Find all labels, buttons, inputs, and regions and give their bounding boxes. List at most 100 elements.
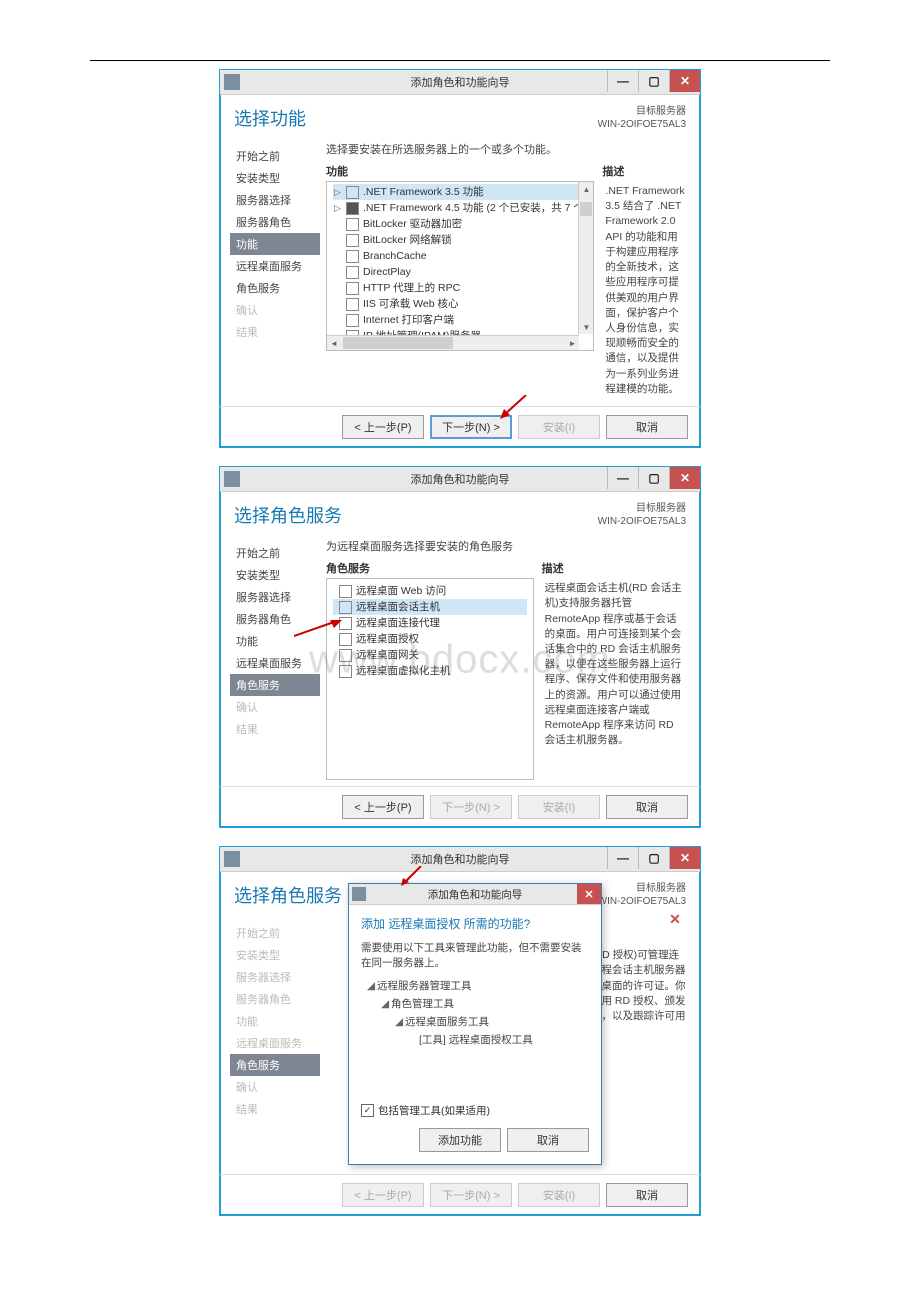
scroll-down-icon[interactable]: ▼: [579, 320, 593, 334]
nav-step[interactable]: 服务器角色: [230, 211, 320, 233]
instruction-text: 为远程桌面服务选择要安装的角色服务: [326, 538, 690, 554]
nav-step[interactable]: 安装类型: [230, 167, 320, 189]
checkbox[interactable]: [339, 585, 352, 598]
scroll-thumb[interactable]: [580, 202, 592, 216]
expand-icon[interactable]: [333, 268, 342, 277]
dialog-close-button[interactable]: ✕: [577, 884, 601, 904]
minimize-button[interactable]: —: [607, 847, 638, 869]
next-button: 下一步(N) >: [430, 1183, 512, 1207]
scroll-thumb[interactable]: [343, 337, 453, 349]
checkbox[interactable]: [346, 234, 359, 247]
nav-step[interactable]: 开始之前: [230, 145, 320, 167]
feature-label: .NET Framework 4.5 功能 (2 个已安装，共 7 个): [363, 200, 587, 216]
role-service-item[interactable]: 远程桌面 Web 访问: [333, 583, 527, 599]
feature-item[interactable]: BitLocker 驱动器加密: [333, 216, 587, 232]
nav-step[interactable]: 安装类型: [230, 564, 320, 586]
add-features-button[interactable]: 添加功能: [419, 1128, 501, 1152]
nav-step[interactable]: 角色服务: [230, 674, 320, 696]
checkbox[interactable]: [346, 186, 359, 199]
cancel-button[interactable]: 取消: [606, 415, 688, 439]
expand-icon[interactable]: ▷: [333, 204, 342, 213]
nav-step: 结果: [230, 1098, 320, 1120]
feature-item[interactable]: ▷ .NET Framework 4.5 功能 (2 个已安装，共 7 个): [333, 200, 587, 216]
scroll-right-icon[interactable]: ►: [565, 336, 579, 350]
minimize-button[interactable]: —: [607, 467, 638, 489]
vertical-scrollbar[interactable]: ▲ ▼: [578, 182, 593, 334]
checkbox[interactable]: [339, 665, 352, 678]
role-services-listbox[interactable]: 远程桌面 Web 访问远程桌面会话主机远程桌面连接代理远程桌面授权远程桌面网关远…: [326, 578, 534, 780]
nav-step: 开始之前: [230, 922, 320, 944]
expand-icon[interactable]: [333, 220, 342, 229]
nav-step[interactable]: 远程桌面服务: [230, 652, 320, 674]
cancel-button[interactable]: 取消: [606, 795, 688, 819]
page-heading: 选择角色服务: [234, 502, 342, 528]
prev-button[interactable]: < 上一步(P): [342, 795, 424, 819]
role-service-item[interactable]: 远程桌面虚拟化主机: [333, 663, 527, 679]
features-listbox[interactable]: ▷.NET Framework 3.5 功能▷.NET Framework 4.…: [326, 181, 594, 351]
checkbox[interactable]: [346, 282, 359, 295]
role-service-item[interactable]: 远程桌面网关: [333, 647, 527, 663]
window-title: 添加角色和功能向导: [411, 471, 510, 487]
nav-step[interactable]: 服务器角色: [230, 608, 320, 630]
expand-icon[interactable]: [333, 284, 342, 293]
feature-item[interactable]: Internet 打印客户端: [333, 312, 587, 328]
include-tools-label: 包括管理工具(如果适用): [378, 1103, 490, 1118]
role-service-item[interactable]: 远程桌面连接代理: [333, 615, 527, 631]
expand-icon[interactable]: [333, 236, 342, 245]
scroll-up-icon[interactable]: ▲: [579, 182, 593, 196]
scroll-left-icon[interactable]: ◄: [327, 336, 341, 350]
target-label: 目标服务器: [598, 105, 686, 118]
minimize-button[interactable]: —: [607, 70, 638, 92]
nav-step[interactable]: 功能: [230, 630, 320, 652]
nav-step[interactable]: 服务器选择: [230, 189, 320, 211]
checkbox[interactable]: [346, 250, 359, 263]
checkbox[interactable]: [339, 649, 352, 662]
maximize-button[interactable]: ▢: [638, 847, 669, 869]
feature-label: IIS 可承载 Web 核心: [363, 296, 459, 312]
expand-icon[interactable]: ▷: [333, 188, 342, 197]
role-services-column-header: 角色服务: [326, 560, 534, 576]
nav-step: 结果: [230, 718, 320, 740]
role-service-item[interactable]: 远程桌面授权: [333, 631, 527, 647]
prev-button[interactable]: < 上一步(P): [342, 415, 424, 439]
maximize-button[interactable]: ▢: [638, 70, 669, 92]
checkbox[interactable]: [346, 218, 359, 231]
nav-step[interactable]: 服务器选择: [230, 586, 320, 608]
features-tree: ◢远程服务器管理工具◢角色管理工具◢远程桌面服务工具[工具] 远程桌面授权工具: [367, 978, 589, 1049]
feature-item[interactable]: DirectPlay: [333, 264, 587, 280]
wizard-footer: < 上一步(P) 下一步(N) > 安装(I) 取消: [220, 1174, 700, 1215]
nav-step[interactable]: 功能: [230, 233, 320, 255]
role-service-item[interactable]: 远程桌面会话主机: [333, 599, 527, 615]
expand-icon[interactable]: [333, 316, 342, 325]
close-button[interactable]: ✕: [669, 467, 700, 489]
close-button[interactable]: ✕: [669, 847, 700, 869]
include-tools-checkbox[interactable]: ✓: [361, 1104, 374, 1117]
checkbox[interactable]: [339, 633, 352, 646]
checkbox[interactable]: [346, 298, 359, 311]
checkbox[interactable]: [346, 266, 359, 279]
feature-item[interactable]: IIS 可承载 Web 核心: [333, 296, 587, 312]
feature-item[interactable]: ▷.NET Framework 3.5 功能: [333, 184, 587, 200]
checkbox[interactable]: [339, 617, 352, 630]
checkbox[interactable]: [339, 601, 352, 614]
feature-item[interactable]: BitLocker 网络解锁: [333, 232, 587, 248]
maximize-button[interactable]: ▢: [638, 467, 669, 489]
nav-step[interactable]: 开始之前: [230, 542, 320, 564]
feature-item[interactable]: HTTP 代理上的 RPC: [333, 280, 587, 296]
close-button[interactable]: ✕: [669, 70, 700, 92]
expand-icon[interactable]: [333, 252, 342, 261]
expand-icon[interactable]: [333, 300, 342, 309]
horizontal-scrollbar[interactable]: ◄ ►: [327, 335, 579, 350]
description-text: 远程桌面会话主机(RD 会话主机)支持服务器托管 RemoteApp 程序或基于…: [542, 578, 690, 751]
next-button[interactable]: 下一步(N) >: [430, 415, 512, 439]
checkbox[interactable]: [346, 202, 359, 215]
install-button: 安装(I): [518, 1183, 600, 1207]
dialog-cancel-button[interactable]: 取消: [507, 1128, 589, 1152]
cancel-button[interactable]: 取消: [606, 1183, 688, 1207]
nav-step[interactable]: 远程桌面服务: [230, 255, 320, 277]
role-service-label: 远程桌面会话主机: [356, 599, 440, 615]
app-icon: [224, 74, 240, 90]
checkbox[interactable]: [346, 314, 359, 327]
feature-item[interactable]: BranchCache: [333, 248, 587, 264]
nav-step[interactable]: 角色服务: [230, 277, 320, 299]
